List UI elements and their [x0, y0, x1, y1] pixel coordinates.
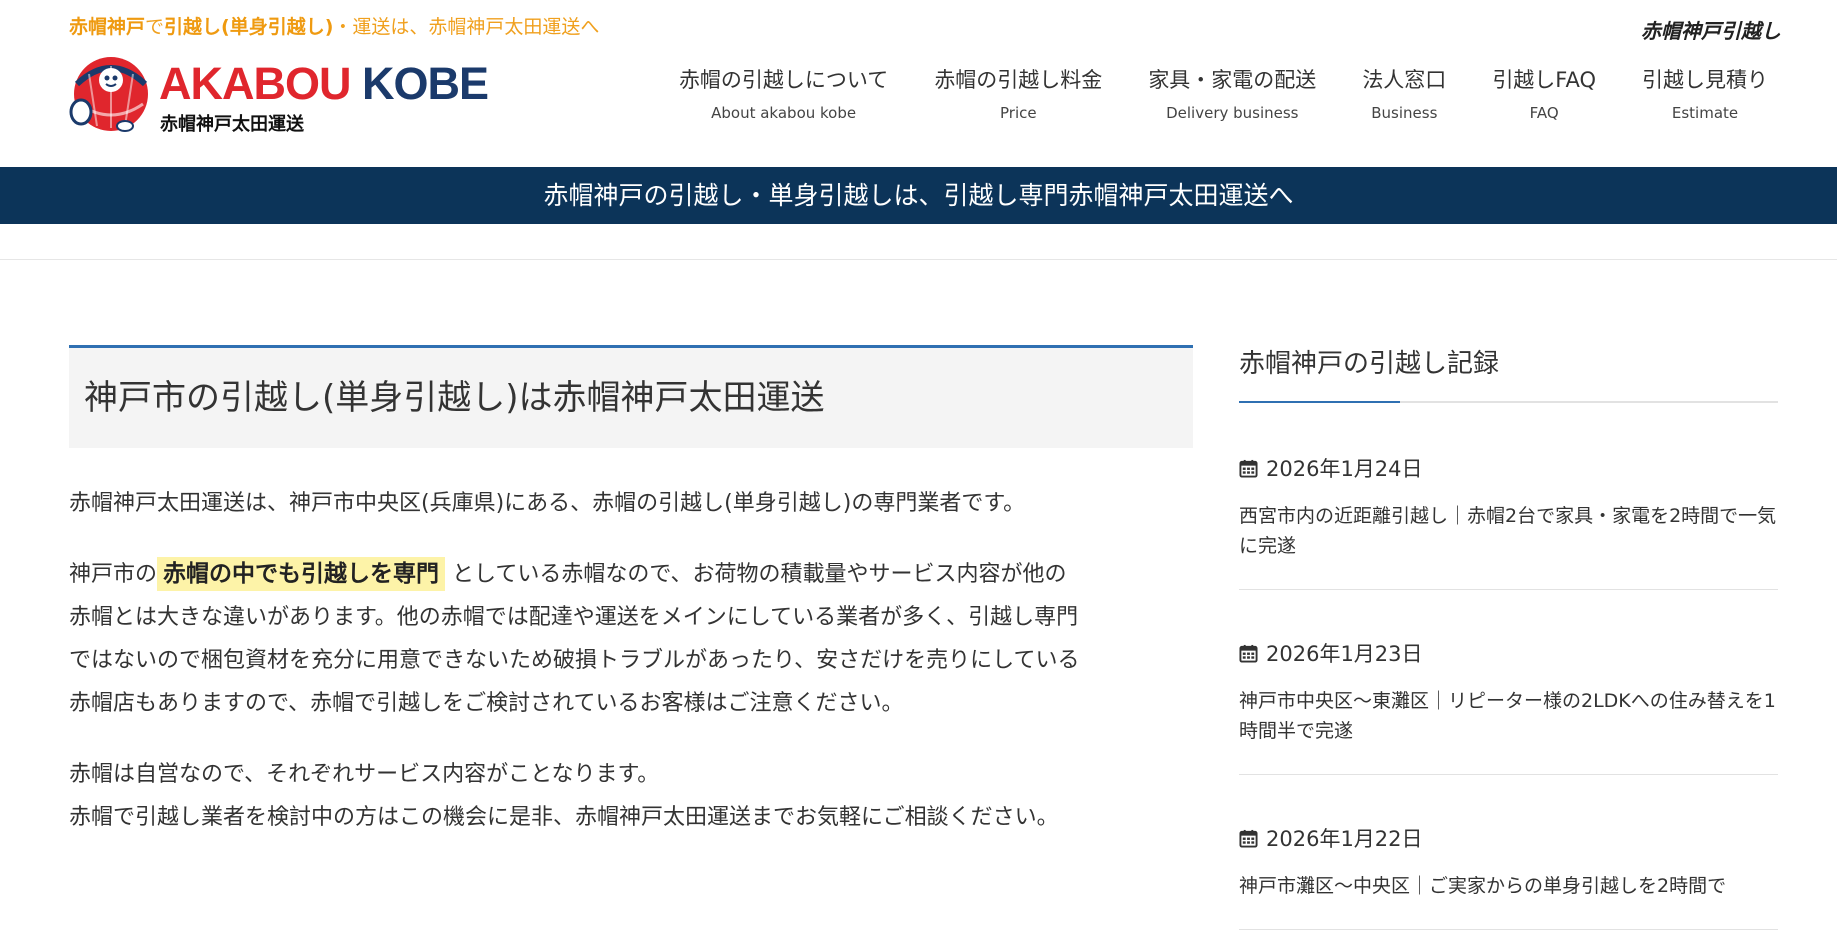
site-label: 赤帽神戸引越し	[1641, 19, 1781, 43]
nav-item-label: 引越し見積り	[1642, 68, 1768, 92]
list-item: 2026年1月24日 西宮市内の近距離引越し｜赤帽2台で家具・家電を2時間で一気…	[1239, 453, 1778, 590]
nav-item-sublabel: Delivery business	[1166, 104, 1299, 122]
main-content: 神戸市の引越し(単身引越し)は赤帽神戸太田運送 赤帽神戸太田運送は、神戸市中央区…	[69, 345, 1193, 861]
nav-item-sublabel: Price	[1000, 104, 1037, 122]
hero-banner: 赤帽神戸の引越し・単身引越しは、引越し専門赤帽神戸太田運送へ	[0, 167, 1837, 224]
sidebar-title: 赤帽神戸の引越し記録	[1239, 349, 1500, 379]
tagline-part-3: 引越し(単身引越し)	[164, 16, 334, 38]
tagline-part-2: で	[145, 16, 165, 38]
akabou-mascot-icon	[69, 57, 148, 132]
nav-item-faq[interactable]: 引越しFAQ FAQ	[1469, 64, 1619, 122]
para3-line1: 赤帽は自営なので、それぞれサービス内容がことなります。	[69, 762, 660, 787]
calendar-icon	[1239, 459, 1258, 478]
nav-item-label: 引越しFAQ	[1492, 68, 1596, 92]
post-date-text: 2026年1月23日	[1266, 642, 1423, 666]
list-item: 2026年1月23日 神戸市中央区～東灘区｜リピーター様の2LDKへの住み替えを…	[1239, 638, 1778, 775]
calendar-icon	[1239, 644, 1258, 663]
header-tagline: 赤帽神戸で引越し(単身引越し)・運送は、赤帽神戸太田運送へ	[69, 12, 599, 39]
post-date-text: 2026年1月24日	[1266, 457, 1423, 481]
details-paragraph: 神戸市の 赤帽の中でも引越しを専門 としている赤帽なので、お荷物の積載量やサービス…	[69, 553, 1193, 725]
highlight-text: 赤帽の中でも引越しを専門	[157, 557, 446, 591]
nav-item-label: 赤帽の引越しについて	[678, 68, 889, 92]
post-date: 2026年1月23日	[1239, 638, 1778, 668]
post-title-link[interactable]: 西宮市内の近距離引越し｜赤帽2台で家具・家電を2時間で一気に完遂	[1239, 501, 1778, 589]
nav-item-delivery[interactable]: 家具・家電の配送 Delivery business	[1125, 64, 1339, 122]
nav-item-about[interactable]: 赤帽の引越しについて About akabou kobe	[656, 64, 911, 122]
nav-item-price[interactable]: 赤帽の引越し料金 Price	[911, 64, 1125, 122]
logo-word-navy: KOBE	[362, 58, 489, 109]
post-title-link[interactable]: 神戸市中央区～東灘区｜リピーター様の2LDKへの住み替えを1時間半で完遂	[1239, 686, 1778, 774]
sidebar-title-underline	[1239, 401, 1778, 403]
page-title: 神戸市の引越し(単身引越し)は赤帽神戸太田運送	[69, 345, 1193, 448]
para2-line3: ではないので梱包資材を充分に用意できないため破損トラブルがあったり、安さだけを売…	[69, 648, 1080, 673]
post-date: 2026年1月22日	[1239, 823, 1778, 853]
nav-item-label: 家具・家電の配送	[1148, 68, 1317, 92]
tagline-part-4: ・運送は、赤帽神戸太田運送へ	[333, 16, 600, 38]
para2-line2: 赤帽とは大きな違いがあります。他の赤帽では配達や運送をメインにしている業者が多く…	[69, 605, 1079, 630]
logo-word-red: AKABOU	[159, 58, 351, 109]
logo-wordmark: AKABOU KOBE	[159, 58, 489, 110]
nav-item-sublabel: Business	[1371, 104, 1438, 122]
section-divider	[0, 259, 1837, 260]
nav-item-label: 赤帽の引越し料金	[934, 68, 1103, 92]
post-date: 2026年1月24日	[1239, 453, 1778, 483]
sidebar: 赤帽神戸の引越し記録 2026年1月24日 西宮市内の近距離引越し｜赤帽2台で家…	[1239, 345, 1778, 930]
nav-item-sublabel: About akabou kobe	[711, 104, 857, 122]
para2-line1: としている赤帽なので、お荷物の積載量やサービス内容が他の	[452, 562, 1067, 587]
nav-item-label: 法人窓口	[1362, 68, 1447, 92]
contact-paragraph: 赤帽は自営なので、それぞれサービス内容がことなります。 赤帽で引越し業者を検討中…	[69, 753, 1193, 839]
post-title-link[interactable]: 神戸市灘区～中央区｜ご実家からの単身引越しを2時間で	[1239, 871, 1778, 929]
main-nav: 赤帽の引越しについて About akabou kobe 赤帽の引越し料金 Pr…	[656, 64, 1791, 122]
site-logo[interactable]: AKABOU KOBE 赤帽神戸太田運送	[67, 52, 489, 138]
nav-item-estimate[interactable]: 引越し見積り Estimate	[1619, 64, 1791, 122]
para2-before: 神戸市の	[69, 562, 158, 587]
post-date-text: 2026年1月22日	[1266, 827, 1423, 851]
nav-item-sublabel: Estimate	[1671, 104, 1739, 122]
list-item: 2026年1月22日 神戸市灘区～中央区｜ご実家からの単身引越しを2時間で	[1239, 823, 1778, 930]
intro-paragraph: 赤帽神戸太田運送は、神戸市中央区(兵庫県)にある、赤帽の引越し(単身引越し)の専…	[69, 491, 1026, 516]
tagline-part-1: 赤帽神戸	[69, 16, 146, 38]
nav-item-business[interactable]: 法人窓口 Business	[1339, 64, 1469, 122]
para2-line4: 赤帽店もありますので、赤帽で引越しをご検討されているお客様はご注意ください。	[69, 691, 904, 716]
nav-item-sublabel: FAQ	[1529, 104, 1559, 122]
para3-line2: 赤帽で引越し業者を検討中の方はこの機会に是非、赤帽神戸太田運送までお気軽にご相談…	[69, 805, 1059, 830]
logo-subtitle: 赤帽神戸太田運送	[160, 114, 304, 135]
